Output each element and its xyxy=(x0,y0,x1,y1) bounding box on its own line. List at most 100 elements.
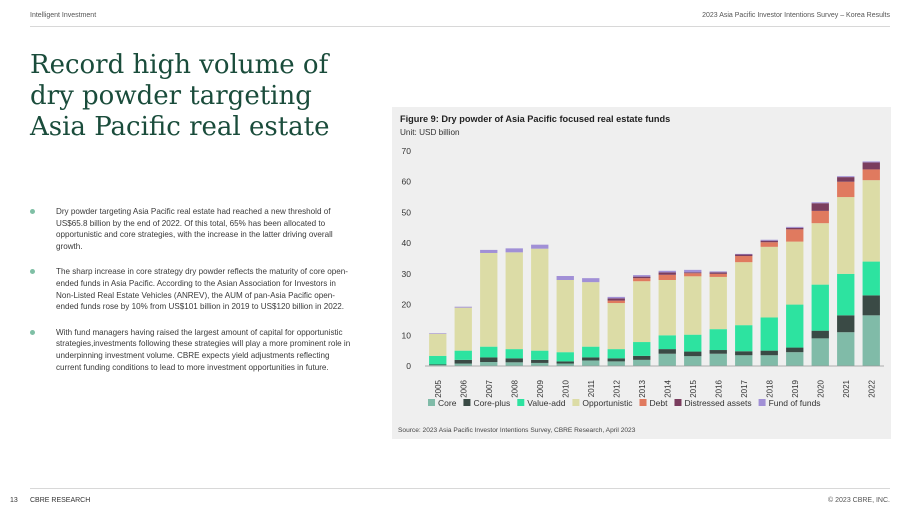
footer-brand: CBRE RESEARCH xyxy=(30,497,91,504)
y-tick-label: 0 xyxy=(406,361,411,371)
x-tick-label: 2012 xyxy=(612,379,621,397)
bar-segment xyxy=(735,355,753,366)
bar-segment xyxy=(811,330,829,339)
bar-segment xyxy=(811,210,829,224)
legend-swatch xyxy=(758,399,766,406)
bar-segment xyxy=(429,364,447,366)
bar-segment xyxy=(658,274,676,280)
bar-segment xyxy=(556,361,574,364)
bar-segment xyxy=(454,350,472,360)
bar-segment xyxy=(837,332,855,366)
bar-segment xyxy=(684,276,702,335)
bar-segment xyxy=(658,335,676,350)
bar-segment xyxy=(735,256,753,263)
bar-segment xyxy=(633,275,651,277)
bar-segment xyxy=(811,284,829,331)
bar-segment xyxy=(607,298,625,301)
x-tick-label: 2021 xyxy=(842,379,851,397)
bar-segment xyxy=(735,262,753,326)
bar-segment xyxy=(735,351,753,356)
bar-segment xyxy=(862,295,880,316)
bar-segment xyxy=(607,303,625,350)
bar-segment xyxy=(760,350,778,356)
x-tick-label: 2015 xyxy=(689,379,698,397)
bar-segment xyxy=(633,281,651,343)
bar-segment xyxy=(480,346,498,358)
x-tick-label: 2005 xyxy=(434,379,443,397)
bar-segment xyxy=(786,226,804,228)
bar-segment xyxy=(505,349,523,359)
bar-segment xyxy=(556,352,574,362)
bar-segment xyxy=(633,359,651,366)
chart-source: Source: 2023 Asia Pacific Investor Inten… xyxy=(398,427,636,434)
x-tick-label: 2006 xyxy=(459,379,468,397)
bar-segment xyxy=(786,352,804,366)
bar-segment xyxy=(735,254,753,257)
bar-segment xyxy=(709,353,727,366)
x-tick-label: 2007 xyxy=(485,379,494,397)
bar-segment xyxy=(760,355,778,366)
bar-segment xyxy=(429,355,447,365)
bar-segment xyxy=(658,270,676,273)
bar-segment xyxy=(607,300,625,304)
bullet-dot-icon xyxy=(30,209,35,214)
bar-segment xyxy=(556,276,574,280)
x-tick-label: 2013 xyxy=(638,379,647,397)
bar-segment xyxy=(658,353,676,366)
header-divider xyxy=(30,26,890,27)
bullet-dot-icon xyxy=(30,269,35,275)
legend-label: Value-add xyxy=(527,398,565,408)
bar-segment xyxy=(531,248,549,351)
bar-segment xyxy=(582,346,600,358)
bar-segment xyxy=(837,176,855,178)
bar-segment xyxy=(633,355,651,360)
bar-segment xyxy=(531,244,549,249)
bar-segment xyxy=(454,307,472,351)
x-tick-label: 2008 xyxy=(510,379,519,397)
bullet-text: With fund managers having raised the lar… xyxy=(56,327,351,372)
bar-segment xyxy=(658,280,676,336)
bullet-item: With fund managers having raised the lar… xyxy=(30,327,352,373)
header-section-label: Intelligent Investment xyxy=(30,12,97,19)
x-tick-label: 2009 xyxy=(536,379,545,397)
legend-swatch xyxy=(463,399,471,406)
bar-segment xyxy=(582,278,600,283)
bar-segment xyxy=(837,315,855,333)
bar-segment xyxy=(837,273,855,316)
bar-segment xyxy=(760,239,778,241)
x-tick-label: 2020 xyxy=(816,379,825,397)
bar-segment xyxy=(684,351,702,357)
x-tick-label: 2022 xyxy=(867,379,876,397)
bar-segment xyxy=(760,242,778,247)
chart-panel: Figure 9: Dry powder of Asia Pacific foc… xyxy=(392,107,891,439)
bar-segment xyxy=(531,350,549,360)
x-tick-label: 2014 xyxy=(663,379,672,397)
bar-segment xyxy=(760,246,778,318)
bar-segment xyxy=(811,203,829,211)
bar-segment xyxy=(607,361,625,366)
legend-swatch xyxy=(639,399,647,406)
bar-segment xyxy=(658,272,676,275)
legend-swatch xyxy=(517,399,525,406)
bar-segment xyxy=(837,197,855,274)
bar-segment xyxy=(735,253,753,255)
bar-segment xyxy=(811,223,829,285)
bar-segment xyxy=(505,358,523,363)
y-tick-label: 50 xyxy=(402,207,412,217)
bar-segment xyxy=(760,317,778,351)
bar-segment xyxy=(684,273,702,277)
bar-segment xyxy=(454,306,472,308)
bar-segment xyxy=(862,261,880,296)
bar-segment xyxy=(837,181,855,198)
bar-segment xyxy=(633,342,651,356)
y-tick-label: 20 xyxy=(402,300,412,310)
y-tick-label: 30 xyxy=(402,269,412,279)
bullet-item: The sharp increase in core strategy dry … xyxy=(30,266,352,312)
bar-segment xyxy=(607,349,625,359)
bullet-list: Dry powder targeting Asia Pacific real e… xyxy=(30,206,352,387)
bar-segment xyxy=(429,333,447,334)
bar-segment xyxy=(862,169,880,181)
legend-swatch xyxy=(674,399,682,406)
legend-label: Distressed assets xyxy=(684,398,751,408)
y-tick-label: 10 xyxy=(402,330,412,340)
